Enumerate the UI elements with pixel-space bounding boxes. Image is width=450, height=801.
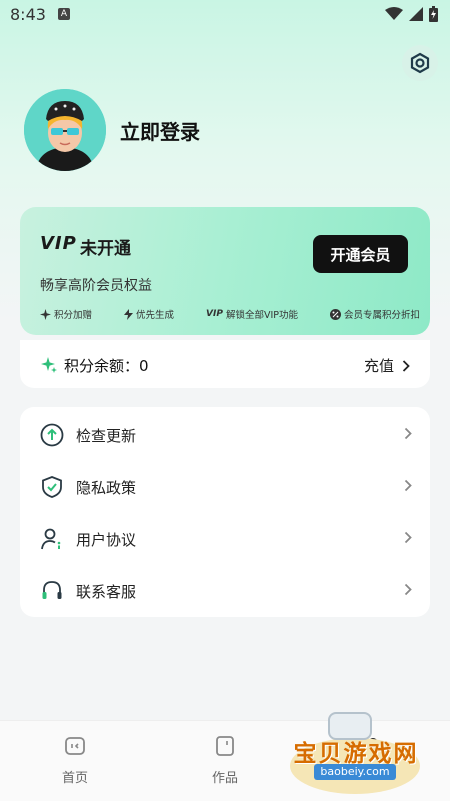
open-vip-button[interactable]: 开通会员 <box>313 235 408 273</box>
tab-label: 作品 <box>211 771 238 786</box>
chevron-right-icon <box>402 359 410 372</box>
vip-logo: VIP <box>40 233 77 254</box>
menu-item-check-update[interactable]: 检查更新 <box>20 409 430 461</box>
status-time: 8:43 <box>10 5 46 24</box>
vip-card[interactable]: VIP 未开通 畅享高阶会员权益 开通会员 积分加赠 优先生成 VIP 解锁全部… <box>20 207 430 335</box>
home-icon <box>65 737 85 755</box>
recharge-button[interactable]: 充值 <box>364 355 410 376</box>
chevron-right-icon <box>404 479 412 492</box>
gear-icon <box>410 52 430 74</box>
tab-label: 首页 <box>61 771 88 786</box>
vip-feature: 会员专属积分折扣 <box>329 307 420 321</box>
user-agreement-icon <box>41 528 61 550</box>
menu-item-label: 用户协议 <box>76 531 137 549</box>
vip-features: 积分加赠 优先生成 VIP 解锁全部VIP功能 会员专属积分折扣 <box>40 307 420 321</box>
vip-feature-label: 积分加赠 <box>54 310 93 321</box>
settings-button[interactable] <box>402 45 438 81</box>
notification-a-icon: A <box>58 8 70 20</box>
tab-works[interactable]: 作品 <box>180 735 270 786</box>
vip-feature: 积分加赠 <box>40 307 92 321</box>
vip-status: 未开通 <box>80 239 131 259</box>
status-bar: 8:43 A <box>0 0 450 30</box>
avatar-image <box>24 89 106 171</box>
menu-item-label: 检查更新 <box>76 427 137 445</box>
vip-feature-label: 会员专属积分折扣 <box>343 310 420 321</box>
vip-subtitle: 畅享高阶会员权益 <box>40 278 152 294</box>
works-icon <box>216 736 234 756</box>
menu-item-privacy-policy[interactable]: 隐私政策 <box>20 461 430 513</box>
points-card: 积分余额：0 充值 <box>20 340 430 388</box>
sparkle-icon <box>41 357 57 373</box>
discount-icon <box>329 308 341 320</box>
avatar[interactable] <box>24 89 106 171</box>
watermark: 宝贝游戏网 baobeiy.com <box>276 712 436 800</box>
watermark-text: 宝贝游戏网 <box>293 741 419 767</box>
menu-item-label: 隐私政策 <box>76 479 137 497</box>
login-link[interactable]: 立即登录 <box>120 116 200 145</box>
vip-icon: VIP <box>206 309 223 319</box>
chevron-right-icon <box>404 531 412 544</box>
lightning-icon <box>124 308 134 320</box>
vip-feature-label: 解锁全部VIP功能 <box>225 310 298 321</box>
wifi-icon <box>385 7 403 20</box>
signal-icon <box>409 7 423 21</box>
points-balance: 积分余额：0 <box>64 357 149 375</box>
menu-item-user-agreement[interactable]: 用户协议 <box>20 513 430 565</box>
tab-home[interactable]: 首页 <box>30 735 120 786</box>
chevron-right-icon <box>404 583 412 596</box>
vip-feature: 优先生成 <box>124 307 174 321</box>
shield-icon <box>42 476 62 498</box>
update-icon <box>40 423 64 447</box>
sparkle-icon <box>40 308 51 320</box>
menu-item-label: 联系客服 <box>76 583 137 601</box>
chevron-right-icon <box>404 427 412 440</box>
vip-feature: VIP 解锁全部VIP功能 <box>206 307 298 321</box>
battery-icon <box>429 6 438 22</box>
headset-icon <box>42 581 62 599</box>
watermark-url: baobeiy.com <box>314 764 396 780</box>
recharge-label: 充值 <box>363 357 394 375</box>
status-icons <box>385 6 438 22</box>
vip-feature-label: 优先生成 <box>136 310 175 321</box>
settings-menu: 检查更新 隐私政策 用户协议 联系客服 <box>20 407 430 617</box>
menu-item-contact-support[interactable]: 联系客服 <box>20 565 430 617</box>
